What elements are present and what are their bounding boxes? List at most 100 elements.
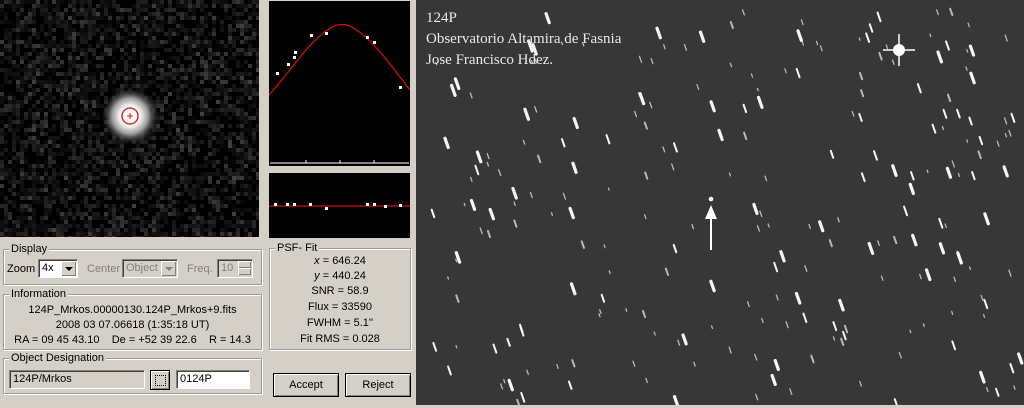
star-streak bbox=[600, 293, 606, 303]
designation-name-value: 124P/Mrkos bbox=[13, 373, 72, 385]
star-streak bbox=[677, 339, 681, 346]
star-streak bbox=[453, 77, 461, 91]
star-streak bbox=[447, 276, 450, 280]
star-streak bbox=[516, 398, 521, 408]
star-streak bbox=[953, 276, 957, 282]
sky-image[interactable]: 124P Observatorio Altamira de Fasnia Jos… bbox=[416, 0, 1024, 408]
star-streak bbox=[752, 202, 759, 216]
star-streak bbox=[655, 26, 662, 40]
profile-point bbox=[293, 56, 296, 59]
star-streak bbox=[877, 240, 880, 246]
residual-point bbox=[293, 203, 296, 206]
star-streak bbox=[929, 33, 932, 38]
star-streak bbox=[801, 40, 805, 46]
star-streak bbox=[475, 150, 483, 164]
star-streak bbox=[935, 9, 939, 16]
star-streak bbox=[729, 21, 734, 30]
star-streak bbox=[463, 202, 466, 207]
star-streak bbox=[995, 387, 1000, 397]
zoom-value: 4x bbox=[42, 262, 54, 274]
object-designation-legend: Object Designation bbox=[9, 351, 106, 365]
star-streak bbox=[634, 110, 638, 118]
star-streak bbox=[903, 205, 909, 217]
star-streak bbox=[808, 223, 812, 230]
star-streak bbox=[696, 84, 700, 90]
profile-point bbox=[325, 32, 328, 35]
star-streak bbox=[486, 152, 490, 160]
star-streak bbox=[746, 301, 750, 308]
star-streak bbox=[717, 128, 724, 142]
chevron-down-icon[interactable] bbox=[161, 261, 176, 276]
zoom-view[interactable] bbox=[0, 0, 260, 240]
star-streak bbox=[838, 298, 845, 312]
star-streak bbox=[567, 380, 573, 390]
star-streak bbox=[513, 219, 518, 228]
star-streak bbox=[742, 103, 748, 114]
spinner-up-icon[interactable] bbox=[238, 261, 251, 268]
star-streak bbox=[672, 395, 680, 408]
spinner-down-icon[interactable] bbox=[238, 268, 251, 275]
star-streak bbox=[828, 239, 833, 248]
star-streak bbox=[571, 161, 578, 175]
star-streak bbox=[455, 258, 458, 263]
star-streak bbox=[432, 341, 438, 352]
star-streak bbox=[662, 146, 666, 153]
chevron-down-icon[interactable] bbox=[61, 261, 76, 276]
star-streak bbox=[956, 108, 961, 119]
freq-value: 10 bbox=[221, 262, 234, 274]
star-streak bbox=[815, 40, 819, 46]
star-streak bbox=[759, 210, 763, 218]
psf-x-value: = 646.24 bbox=[319, 255, 366, 267]
star-streak bbox=[683, 43, 688, 51]
star-streak bbox=[728, 346, 732, 354]
designation-name-field[interactable]: 124P/Mrkos bbox=[9, 370, 145, 389]
star-streak bbox=[860, 172, 866, 183]
star-streak bbox=[537, 154, 542, 164]
star-streak bbox=[756, 87, 759, 92]
star-streak bbox=[873, 150, 878, 161]
accept-button[interactable]: Accept bbox=[273, 373, 339, 397]
star-streak bbox=[996, 140, 1000, 147]
star-streak bbox=[522, 139, 526, 145]
star-streak bbox=[520, 391, 526, 403]
star-streak bbox=[784, 68, 787, 74]
center-select[interactable]: Object bbox=[122, 259, 178, 278]
star-streak bbox=[474, 164, 480, 176]
star-streak bbox=[859, 380, 862, 387]
psf-x-line: x = 646.24 bbox=[270, 254, 410, 268]
star-streak bbox=[761, 317, 764, 324]
star-streak bbox=[968, 116, 973, 126]
star-streak bbox=[443, 136, 450, 150]
star-streak bbox=[632, 360, 636, 367]
star-streak bbox=[580, 240, 585, 249]
star-streak bbox=[638, 92, 646, 106]
star-streak bbox=[968, 266, 972, 271]
star-streak bbox=[500, 383, 504, 390]
psf-residual-plot bbox=[269, 173, 410, 238]
star-streak bbox=[503, 379, 506, 384]
star-streak bbox=[653, 331, 656, 336]
star-streak bbox=[756, 95, 764, 110]
star-streak bbox=[968, 44, 976, 57]
zoom-select[interactable]: 4x bbox=[38, 259, 78, 278]
star-streak bbox=[526, 369, 529, 376]
star-streak bbox=[951, 340, 957, 351]
star-streak bbox=[980, 294, 984, 301]
star-streak bbox=[767, 223, 770, 228]
residual-point bbox=[286, 203, 289, 206]
freq-spinner[interactable]: 10 bbox=[217, 259, 253, 278]
profile-point bbox=[366, 36, 369, 39]
star-streak bbox=[641, 309, 647, 319]
star-streak bbox=[449, 83, 457, 97]
reject-label: Reject bbox=[362, 379, 394, 391]
star-streak bbox=[926, 169, 929, 174]
reject-button[interactable]: Reject bbox=[345, 373, 411, 397]
designation-code-field[interactable]: 0124P bbox=[176, 370, 250, 389]
star-streak bbox=[498, 169, 502, 177]
star-streak bbox=[603, 244, 606, 249]
star-streak bbox=[983, 212, 990, 226]
star-streak bbox=[880, 275, 884, 281]
browse-button[interactable] bbox=[150, 370, 170, 390]
star-streak bbox=[956, 251, 963, 265]
star-streak bbox=[941, 126, 945, 131]
